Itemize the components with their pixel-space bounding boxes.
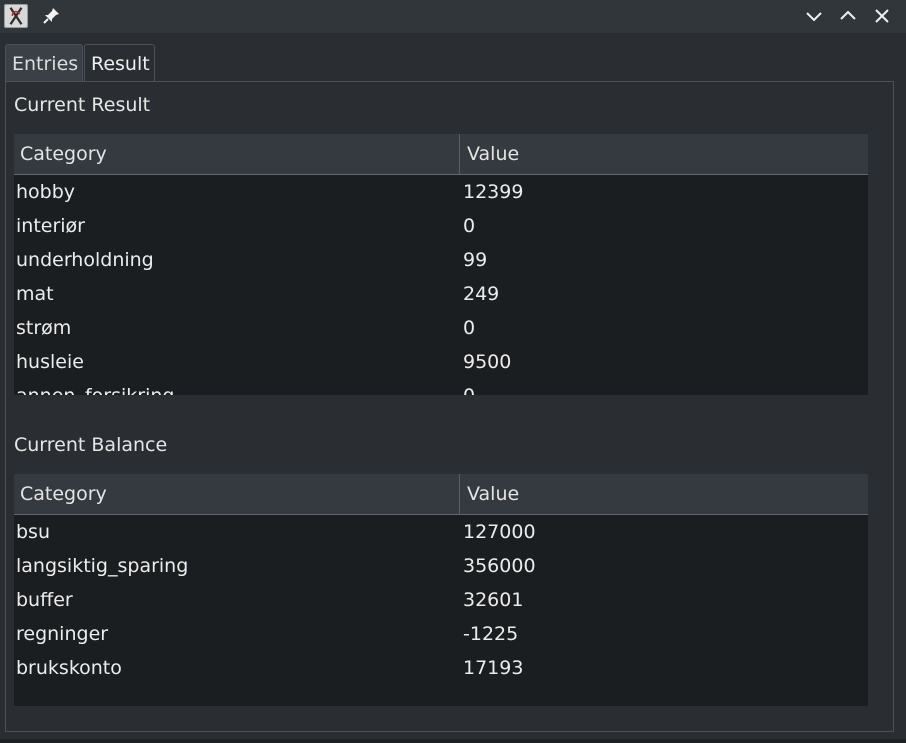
- category-cell: underholdning: [16, 249, 154, 271]
- current-balance-title: Current Balance: [14, 434, 168, 456]
- title-bar: [0, 0, 906, 33]
- category-cell: hobby: [16, 181, 76, 203]
- column-header-value[interactable]: Value: [461, 134, 868, 174]
- current-balance-table[interactable]: Category Value bsu 127000 langsiktig_spa…: [14, 474, 868, 706]
- value-cell: 99: [463, 249, 488, 271]
- category-cell: brukskonto: [16, 657, 122, 679]
- category-cell: strøm: [16, 317, 72, 339]
- table-row[interactable]: mat 249: [14, 277, 868, 311]
- window-bottom-edge: [0, 739, 906, 743]
- category-cell: husleie: [16, 351, 84, 373]
- category-cell: langsiktig_sparing: [16, 555, 189, 577]
- category-cell: annen_forsikring: [16, 379, 174, 395]
- value-cell: 356000: [463, 555, 536, 577]
- column-header-value[interactable]: Value: [461, 474, 868, 514]
- table-row[interactable]: regninger -1225: [14, 617, 868, 651]
- table-row[interactable]: husleie 9500: [14, 345, 868, 379]
- tab-result[interactable]: Result: [84, 44, 155, 83]
- close-icon: [875, 9, 889, 23]
- maximize-button[interactable]: [837, 5, 859, 27]
- result-panel: Current Result Category Value hobby 1239…: [5, 81, 894, 732]
- category-cell: interiør: [16, 215, 85, 237]
- category-cell: bsu: [16, 521, 51, 543]
- table-row[interactable]: underholdning 99: [14, 243, 868, 277]
- tab-entries[interactable]: Entries: [5, 44, 83, 82]
- value-cell: 12399: [463, 181, 524, 203]
- table-row[interactable]: brukskonto 17193: [14, 651, 868, 685]
- category-cell: regninger: [16, 623, 109, 645]
- table-row[interactable]: interiør 0: [14, 209, 868, 243]
- value-cell: 127000: [463, 521, 536, 543]
- category-cell: buffer: [16, 589, 73, 611]
- value-cell: 17193: [463, 657, 524, 679]
- chevron-up-icon: [840, 10, 856, 20]
- table-row[interactable]: buffer 32601: [14, 583, 868, 617]
- value-cell: 9500: [463, 351, 512, 373]
- pin-icon[interactable]: [40, 5, 62, 27]
- close-button[interactable]: [871, 5, 893, 27]
- value-cell: -1225: [463, 623, 519, 645]
- value-cell: 0: [463, 215, 476, 237]
- app-icon[interactable]: [4, 4, 28, 28]
- table-header: Category Value: [14, 474, 868, 515]
- value-cell: 0: [463, 317, 476, 339]
- current-result-title: Current Result: [14, 94, 151, 116]
- column-header-category[interactable]: Category: [14, 474, 460, 514]
- column-header-category[interactable]: Category: [14, 134, 460, 174]
- value-cell: 32601: [463, 589, 524, 611]
- value-cell: 0: [463, 379, 475, 395]
- table-header: Category Value: [14, 134, 868, 175]
- table-row[interactable]: bsu 127000: [14, 515, 868, 549]
- table-row[interactable]: langsiktig_sparing 356000: [14, 549, 868, 583]
- table-row[interactable]: hobby 12399: [14, 175, 868, 209]
- table-row[interactable]: strøm 0: [14, 311, 868, 345]
- minimize-button[interactable]: [803, 5, 825, 27]
- table-row[interactable]: annen_forsikring 0: [14, 379, 868, 395]
- current-result-table[interactable]: Category Value hobby 12399 interiør 0 un…: [14, 134, 868, 395]
- category-cell: mat: [16, 283, 54, 305]
- value-cell: 249: [463, 283, 500, 305]
- chevron-down-icon: [806, 12, 822, 22]
